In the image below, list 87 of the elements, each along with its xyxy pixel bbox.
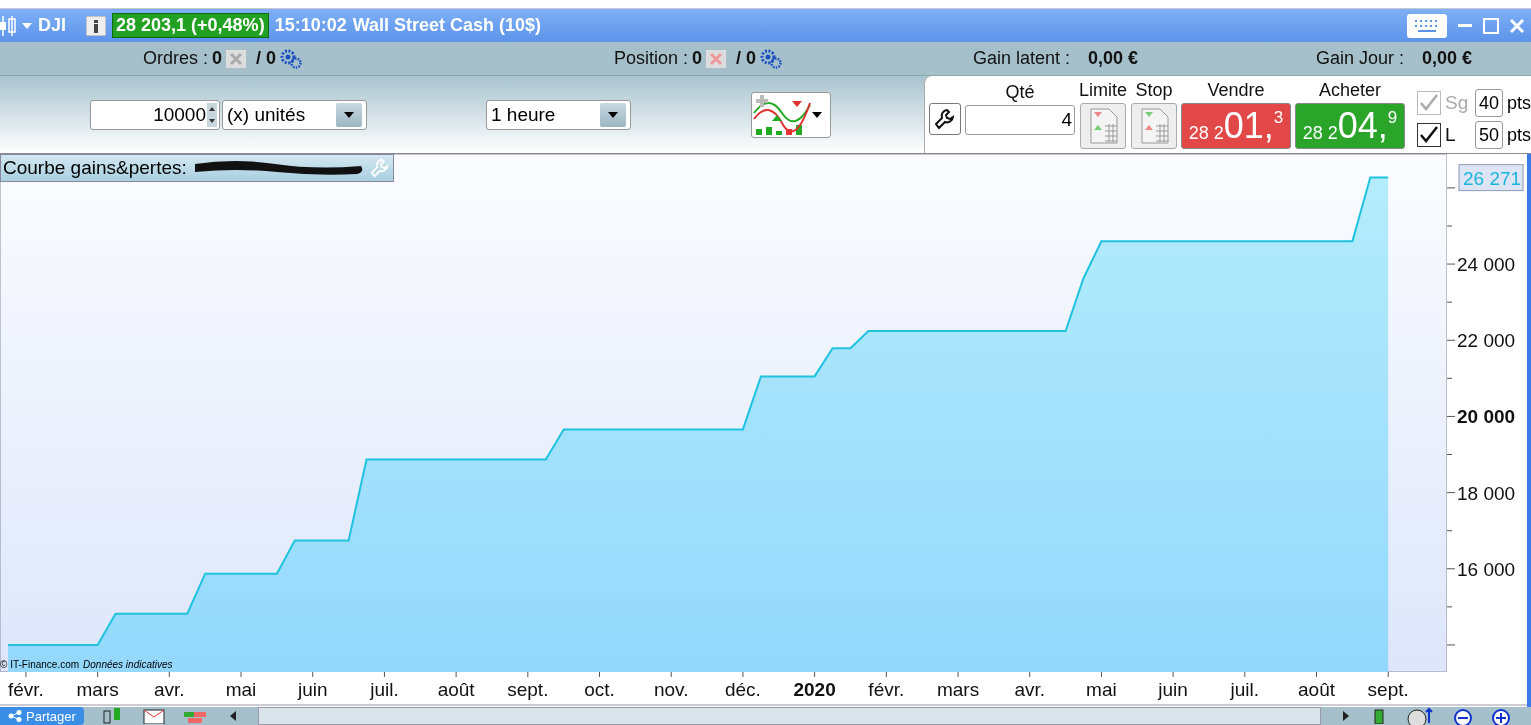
- x-axis-label: mai: [1086, 679, 1117, 700]
- x-axis-label: avr.: [1014, 679, 1046, 700]
- keyboard-button[interactable]: [1405, 13, 1449, 38]
- checkbox[interactable]: [1417, 123, 1441, 147]
- zoom-out-icon[interactable]: [1453, 707, 1473, 725]
- x-axis-label: nov.: [653, 679, 689, 700]
- minimize-icon: [1457, 24, 1473, 27]
- x-axis-label: août: [1298, 679, 1335, 700]
- y-axis-label: 18 000: [1457, 482, 1516, 504]
- dropdown-caret-icon: [22, 22, 32, 29]
- qty-label: Qté: [1005, 82, 1035, 103]
- wrench-icon: [932, 107, 957, 131]
- status-label: Ordres :: [143, 48, 208, 69]
- y-axis-label: 22 000: [1457, 330, 1516, 352]
- last-value-label: 26 271: [1458, 164, 1524, 192]
- x-axis-label: juil.: [370, 679, 399, 700]
- y-axis-label: 20 000: [1457, 406, 1516, 428]
- status-count: 0: [692, 48, 703, 69]
- status-value: 0,00 €: [1422, 48, 1473, 69]
- dropdown-caret-icon: [812, 111, 822, 118]
- amount-field[interactable]: 10000: [90, 99, 220, 130]
- wrench-icon: [368, 157, 391, 179]
- maximize-button[interactable]: [1481, 17, 1501, 34]
- caret-icon: [608, 111, 618, 118]
- x-axis-label: mars: [936, 679, 980, 700]
- status-label: Position :: [614, 48, 689, 69]
- option-label: Sg: [1445, 92, 1470, 114]
- envelope-icon[interactable]: [141, 708, 166, 724]
- info-icon[interactable]: [86, 15, 106, 36]
- close-icon: [1509, 17, 1525, 34]
- status-value: 0,00 €: [1088, 48, 1139, 69]
- stop-label: Stop: [1135, 80, 1173, 101]
- copyright-text: © IT-Finance.com: [0, 659, 80, 670]
- keyboard-icon: [1407, 13, 1447, 38]
- gears-icon[interactable]: [280, 48, 303, 69]
- x-axis-label: 2020: [793, 679, 836, 700]
- indicator-chart-icon: [752, 92, 812, 137]
- x-axis-label: mars: [76, 679, 119, 700]
- x-axis-label: juin: [1158, 679, 1188, 700]
- close-button[interactable]: [1507, 17, 1527, 34]
- x-axis-label: août: [437, 679, 475, 700]
- trade-label: Acheter: [1318, 80, 1381, 101]
- stop-order-button[interactable]: [1131, 103, 1177, 149]
- x-axis-label: sept.: [507, 679, 549, 700]
- points-unit: pts: [1507, 92, 1531, 114]
- option-label: L: [1445, 124, 1457, 146]
- y-axis-label: 16 000: [1457, 558, 1516, 580]
- x-axis-label: févr.: [868, 679, 905, 700]
- x-axis-label: juin: [297, 679, 328, 700]
- status-count: 0: [212, 48, 223, 69]
- points-unit: pts: [1507, 124, 1531, 146]
- zoom-in-icon[interactable]: [1491, 707, 1511, 725]
- price-change-badge: 28 203,1 (+0,48%): [112, 13, 269, 38]
- minimize-button[interactable]: [1455, 24, 1475, 27]
- spin-down-icon[interactable]: [207, 114, 217, 127]
- gears-icon[interactable]: [760, 48, 783, 69]
- data-note: Données indicatives: [83, 659, 173, 670]
- x-axis-label: déc.: [724, 679, 761, 700]
- pending-count: / 0: [736, 48, 757, 69]
- points-field[interactable]: 50: [1475, 121, 1503, 149]
- qty-field[interactable]: 4: [964, 105, 1075, 135]
- x-axis-label: oct.: [584, 679, 615, 700]
- x-axis-label: sept.: [1367, 679, 1409, 700]
- x-axis-label: avr.: [154, 679, 185, 700]
- chart-title: Courbe gains&pertes:: [3, 157, 187, 179]
- zoom-reset-icon[interactable]: [1405, 707, 1435, 725]
- x-axis-label: juil.: [1230, 679, 1260, 700]
- unit-select[interactable]: (x) unités: [222, 99, 367, 130]
- settings-button[interactable]: [928, 103, 961, 135]
- share-icon: [8, 710, 22, 722]
- pending-count: / 0: [256, 48, 277, 69]
- limit-label: Limite: [1078, 80, 1127, 101]
- maximize-icon: [1483, 17, 1499, 34]
- timeframe-select[interactable]: 1 heure: [486, 99, 631, 130]
- limit-order-button[interactable]: [1079, 103, 1126, 149]
- x-axis-label: mai: [225, 679, 257, 700]
- status-label: Gain Jour :: [1316, 48, 1405, 69]
- spin-up-icon[interactable]: [207, 102, 217, 115]
- caret-icon: [344, 111, 354, 118]
- trade-label: Vendre: [1207, 80, 1265, 101]
- indicator-button[interactable]: [751, 91, 831, 138]
- y-axis-label: 24 000: [1457, 254, 1516, 276]
- x-axis-label: févr.: [7, 679, 44, 700]
- quote-time: 15:10:02: [274, 15, 347, 36]
- candlestick-icon[interactable]: [0, 13, 16, 38]
- instrument-name: Wall Street Cash (10$): [352, 15, 542, 36]
- status-label: Gain latent :: [973, 48, 1071, 69]
